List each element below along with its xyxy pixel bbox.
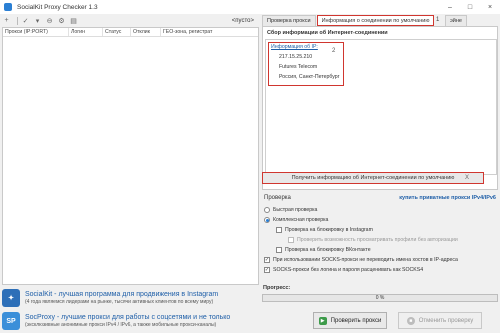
window-title: SocialKit Proxy Checker 1.3 <box>17 3 98 11</box>
column-header-response[interactable]: Отклик <box>131 28 161 36</box>
toolbar-divider <box>17 16 18 25</box>
app-window: SocialKit Proxy Checker 1.3 – □ × + ✓ ▾ … <box>0 0 500 333</box>
socproxy-logo-icon: SP <box>2 312 20 330</box>
instagram-profiles-checkbox[interactable]: Проверить возможность просматривать проф… <box>288 237 458 243</box>
vk-check-label: Проверка на блокировку ВКонтакте <box>285 247 371 253</box>
location-name: Россия, Санкт-Петербург <box>279 74 340 80</box>
radio-icon <box>264 217 270 223</box>
column-header-proxy[interactable]: Прокси (IP:PORT) <box>3 28 69 36</box>
progress-label: Прогресс: <box>263 285 291 291</box>
proxy-list-status: <пусто> <box>231 17 254 24</box>
buy-proxies-link[interactable]: купить приватные прокси IPv4/IPv6 <box>399 195 496 201</box>
promo-socproxy[interactable]: SP SocProxy - лучшие прокси для работы с… <box>2 310 258 332</box>
promo-socialkit-subtitle: (4 года являемся лидерами на рынке, тыся… <box>25 299 214 305</box>
table-header: Прокси (IP:PORT) Логин Статус Отклик ГЕО… <box>3 28 258 37</box>
column-header-login[interactable]: Логин <box>69 28 103 36</box>
window-controls: – □ × <box>440 0 500 14</box>
instagram-profiles-label: Проверить возможность просматривать проф… <box>297 237 458 243</box>
proxy-table[interactable]: Прокси (IP:PORT) Логин Статус Отклик ГЕО… <box>2 27 259 285</box>
ip-info-label: Информация об IP: <box>271 44 318 50</box>
play-icon: ▶ <box>318 316 327 325</box>
socks-names-label: При использовании SOCKS-прокси не перево… <box>273 257 458 263</box>
check-proxies-label: Проверить прокси <box>330 317 382 324</box>
add-icon[interactable]: + <box>2 16 11 25</box>
get-connection-info-button[interactable]: Получить информацию об Интернет-соединен… <box>262 172 484 184</box>
close-icon[interactable]: X <box>461 173 473 183</box>
maximize-button[interactable]: □ <box>460 0 480 14</box>
promo-socialkit[interactable]: ✦ SocialKit - лучшая программа для продв… <box>2 287 258 309</box>
progress-percent: 0 % <box>375 295 385 301</box>
annotation-number-1: 1 <box>436 17 440 23</box>
tab-bar: Проверка прокси Информация о соединении … <box>262 15 435 26</box>
check-icon[interactable]: ✓ <box>21 16 30 25</box>
radio-icon <box>264 207 270 213</box>
check-settings: Проверка купить приватные прокси IPv4/IP… <box>262 193 498 285</box>
column-header-status[interactable]: Статус <box>103 28 131 36</box>
cancel-check-label: Отменить проверку <box>418 317 474 324</box>
close-button[interactable]: × <box>480 0 500 14</box>
column-header-geo[interactable]: ГЕО-зона, регистрат <box>161 28 258 36</box>
title-bar: SocialKit Proxy Checker 1.3 – □ × <box>0 0 500 14</box>
provider-name: Futures Telecom <box>279 64 318 70</box>
instagram-check-checkbox[interactable]: Проверка на блокировку в Instagram <box>276 227 373 233</box>
checkbox-icon <box>288 237 294 243</box>
socks4-label: SOCKS-прокси без логина и пароля расцени… <box>273 267 424 273</box>
app-logo-icon <box>4 3 12 11</box>
checkbox-checked-icon: ✓ <box>264 267 270 273</box>
quick-check-label: Быстрая проверка <box>273 207 318 213</box>
chevron-down-icon[interactable]: ▾ <box>33 16 42 25</box>
checkbox-icon <box>276 247 282 253</box>
connection-info-panel: Сбор информации об Интернет-соединении И… <box>262 26 498 190</box>
tab-default-connection[interactable]: Информация о соединении по умолчанию <box>316 15 435 26</box>
instagram-check-label: Проверка на блокировку в Instagram <box>285 227 373 233</box>
checkbox-icon <box>276 227 282 233</box>
promo-socproxy-title[interactable]: SocProxy - лучшие прокси для работы с со… <box>25 314 230 321</box>
quick-check-radio[interactable]: Быстрая проверка <box>264 207 317 213</box>
ip-info-box: Информация об IP: 217.15.25.210 Futures … <box>265 39 497 175</box>
promo-socproxy-subtitle: (эксклюзивные анонимные прокси IPv4 / IP… <box>25 322 217 328</box>
socks4-checkbox[interactable]: ✓ SOCKS-прокси без логина и пароля расце… <box>264 267 423 273</box>
annotation-number-2: 2 <box>332 48 336 54</box>
minimize-button[interactable]: – <box>440 0 460 14</box>
socialkit-logo-icon: ✦ <box>2 289 20 307</box>
ip-address: 217.15.25.210 <box>279 54 313 60</box>
tab-other[interactable]: эйне <box>445 15 467 26</box>
promo-socialkit-title[interactable]: SocialKit - лучшая программа для продвиж… <box>25 291 218 298</box>
proxy-toolbar: + ✓ ▾ ⊖ ⚙ ▤ <пусто> <box>2 15 257 26</box>
stop-icon: ■ <box>406 316 415 325</box>
export-icon[interactable]: ▤ <box>69 16 78 25</box>
settings-icon[interactable]: ⚙ <box>57 16 66 25</box>
full-check-radio[interactable]: Комплексная проверка <box>264 217 328 223</box>
section-heading: Сбор информации об Интернет-соединении <box>267 30 388 36</box>
progress-bar: 0 % <box>262 294 498 302</box>
full-check-label: Комплексная проверка <box>273 217 329 223</box>
delete-icon[interactable]: ⊖ <box>45 16 54 25</box>
socks-names-checkbox[interactable]: ✓ При использовании SOCKS-прокси не пере… <box>264 257 458 263</box>
cancel-check-button[interactable]: ■ Отменить проверку <box>398 312 482 329</box>
checkbox-checked-icon: ✓ <box>264 257 270 263</box>
check-proxies-button[interactable]: ▶ Проверить прокси <box>313 312 387 329</box>
tab-check-proxy[interactable]: Проверка прокси <box>262 15 316 26</box>
check-section-title: Проверка <box>264 195 291 201</box>
vk-check-checkbox[interactable]: Проверка на блокировку ВКонтакте <box>276 247 371 253</box>
